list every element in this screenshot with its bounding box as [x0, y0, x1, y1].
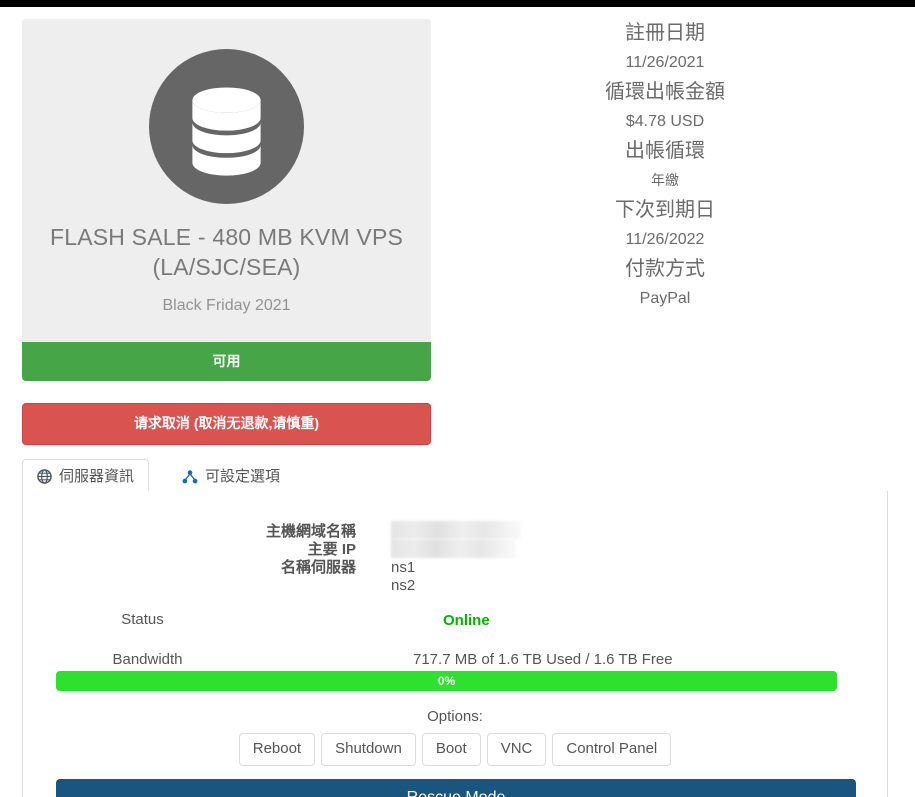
- billing-item: 出帳循環 年繳: [455, 137, 875, 195]
- tab-configurable-options-label: 可設定選項: [205, 468, 281, 485]
- rescue-mode-button[interactable]: Rescue Mode: [56, 779, 856, 797]
- hostname-redacted: [391, 521, 521, 539]
- hostname-value: [391, 521, 521, 539]
- payment-method-label: 付款方式: [625, 258, 705, 280]
- nameservers-value: ns1 ns2: [391, 559, 415, 595]
- product-subtitle: Black Friday 2021: [162, 297, 291, 314]
- product-status-badge: 可用: [22, 342, 431, 381]
- primary-ip-label: 主要 IP: [307, 541, 356, 558]
- primary-ip-redacted: [391, 539, 516, 558]
- nameservers-label: 名稱伺服器: [280, 559, 356, 576]
- product-icon-wrap: [44, 49, 409, 204]
- reboot-button[interactable]: Reboot: [238, 733, 316, 766]
- billing-cycle-value: 年繳: [651, 172, 679, 188]
- billing-item: 註冊日期 11/26/2021: [455, 19, 875, 77]
- product-card: FLASH SALE - 480 MB KVM VPS (LA/SJC/SEA)…: [22, 19, 431, 342]
- tab-server-information[interactable]: 伺服器資訊: [22, 459, 150, 495]
- registration-date-value: 11/26/2021: [625, 54, 705, 71]
- request-cancellation-button[interactable]: 请求取消 (取消无退款,请慎重): [22, 403, 431, 445]
- page-root: FLASH SALE - 480 MB KVM VPS (LA/SJC/SEA)…: [0, 0, 915, 797]
- nameserver-2: ns2: [391, 577, 416, 594]
- control-panel-button[interactable]: Control Panel: [552, 733, 672, 766]
- billing-info-column: 註冊日期 11/26/2021 循環出帳金額 $4.78 USD 出帳循環 年繳…: [455, 19, 875, 314]
- recurring-amount-label: 循環出帳金額: [605, 81, 725, 103]
- billing-cycle-label: 出帳循環: [625, 140, 705, 162]
- payment-method-value: PayPal: [639, 290, 691, 307]
- primary-ip-value: [391, 539, 516, 558]
- bandwidth-progress-fill: 0%: [56, 671, 837, 691]
- boot-button[interactable]: Boot: [421, 733, 481, 766]
- shutdown-button[interactable]: Shutdown: [321, 733, 416, 766]
- status-badge: Online: [443, 612, 490, 629]
- vnc-button[interactable]: VNC: [486, 733, 547, 766]
- bandwidth-value: 717.7 MB of 1.6 TB Used / 1.6 TB Free: [413, 651, 673, 668]
- tab-configurable-options[interactable]: 可設定選項: [167, 459, 295, 495]
- billing-item: 付款方式 PayPal: [455, 255, 875, 313]
- product-summary-column: FLASH SALE - 480 MB KVM VPS (LA/SJC/SEA)…: [22, 19, 431, 445]
- globe-icon: [37, 469, 52, 484]
- recurring-amount-value: $4.78 USD: [625, 113, 705, 130]
- server-information-panel: 主機網域名稱 主要 IP 名稱伺服器 ns1 ns2 Status Online: [22, 491, 888, 797]
- database-icon: [149, 49, 304, 204]
- nameserver-1: ns1: [391, 559, 416, 576]
- billing-item: 下次到期日 11/26/2022: [455, 196, 875, 254]
- product-title: FLASH SALE - 480 MB KVM VPS (LA/SJC/SEA): [49, 224, 404, 280]
- status-value: Online: [443, 612, 490, 630]
- hostname-label: 主機網域名稱: [265, 523, 356, 540]
- tab-server-information-label: 伺服器資訊: [59, 468, 135, 485]
- sitemap-icon: [182, 469, 198, 484]
- next-due-date-label: 下次到期日: [615, 199, 715, 221]
- billing-item: 循環出帳金額 $4.78 USD: [455, 78, 875, 136]
- bandwidth-progress-bar: 0%: [56, 671, 837, 691]
- top-black-bar: [0, 0, 915, 7]
- status-label: Status: [121, 611, 164, 628]
- next-due-date-value: 11/26/2022: [625, 231, 705, 248]
- registration-date-label: 註冊日期: [625, 22, 705, 44]
- options-title: Options:: [427, 708, 483, 725]
- tab-bar: 伺服器資訊 可設定選項: [22, 459, 888, 495]
- options-button-row: Reboot Shutdown Boot VNC Control Panel: [23, 733, 887, 766]
- bandwidth-label: Bandwidth: [112, 651, 183, 668]
